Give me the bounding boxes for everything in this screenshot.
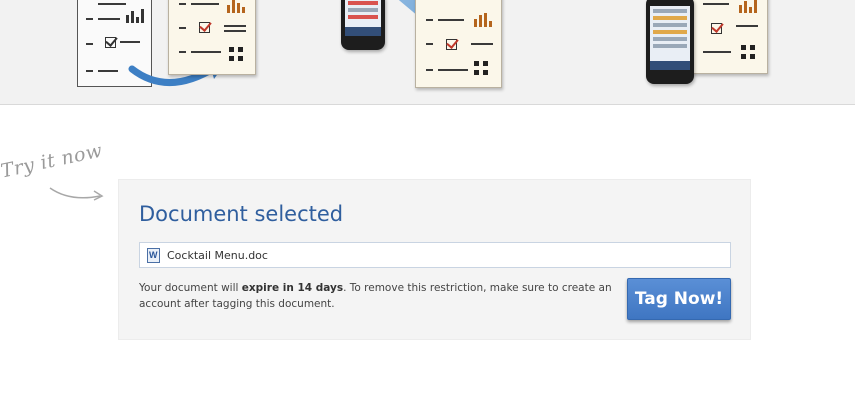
notice-emphasis: expire in 14 days	[241, 282, 344, 294]
tagged-document-icon	[415, 0, 502, 88]
try-it-now-label: Try it now	[0, 139, 105, 183]
notice-prefix: Your document will	[139, 282, 242, 294]
panel-title: Document selected	[139, 202, 344, 226]
document-panel: Document selected Cocktail Menu.doc Your…	[118, 179, 751, 340]
word-document-icon	[147, 247, 160, 263]
file-name: Cocktail Menu.doc	[167, 248, 268, 262]
hero-illustration	[0, 0, 855, 105]
selected-file-field[interactable]: Cocktail Menu.doc	[139, 242, 731, 268]
tag-now-button[interactable]: Tag Now!	[627, 278, 731, 320]
try-it-now-arrow-icon	[49, 187, 104, 201]
phone-icon	[646, 0, 694, 84]
tagged-document-icon	[168, 0, 256, 75]
expiry-notice: Your document will expire in 14 days. To…	[139, 280, 629, 312]
phone-icon	[341, 0, 385, 50]
